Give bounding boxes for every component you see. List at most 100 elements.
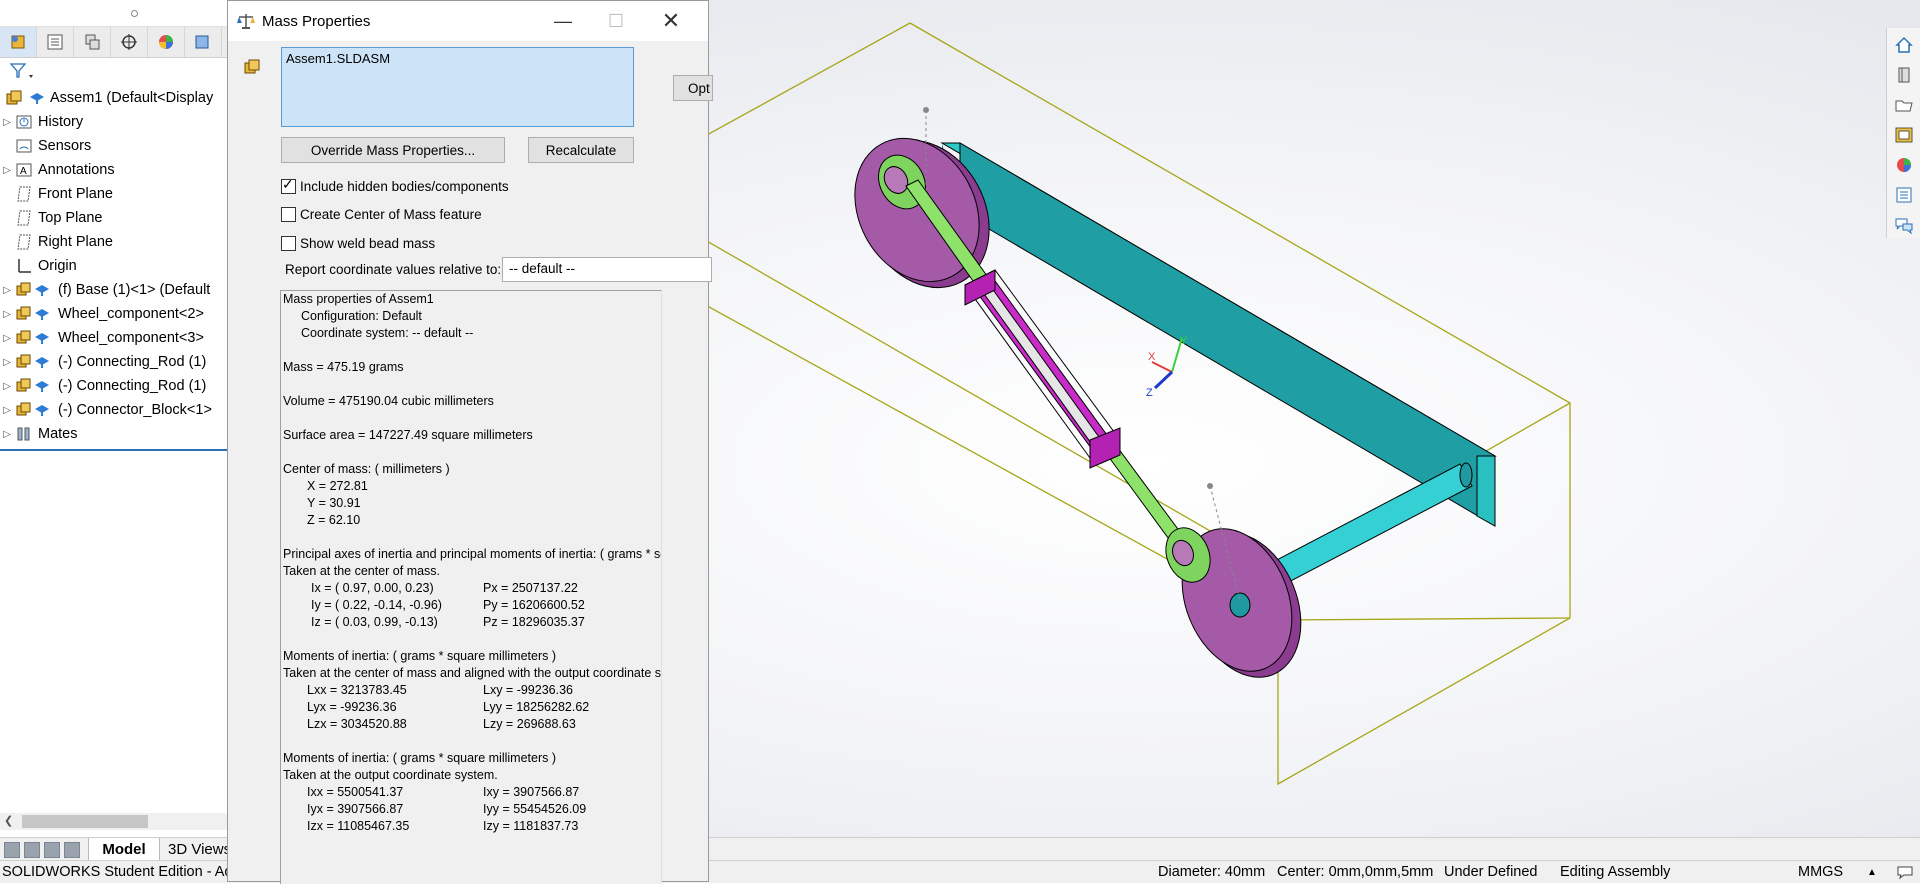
selected-components-list[interactable]: Assem1.SLDASM <box>281 47 634 127</box>
prev-tab-nav-icon[interactable] <box>24 842 40 858</box>
tab-model[interactable]: Model <box>88 838 160 861</box>
weld-bead-checkbox[interactable] <box>281 235 296 251</box>
results-text: Ix = ( 0.97, 0.00, 0.23) <box>311 581 434 595</box>
results-line: Volume = 475190.04 cubic millimeters <box>281 393 661 410</box>
tree-item[interactable]: Top Plane <box>0 206 228 230</box>
tree-item-label: Wheel_component<3> <box>58 330 204 346</box>
results-value: Izy = 1181837.73 <box>483 819 579 833</box>
triad-y-label: Y <box>1180 335 1188 347</box>
results-line: Z = 62.10 <box>281 512 661 529</box>
tab-dimxpert[interactable] <box>111 27 148 57</box>
view-palette-icon[interactable] <box>1893 124 1915 146</box>
expand-caret-icon[interactable]: ▷ <box>0 357 14 368</box>
custom-properties-icon[interactable] <box>1893 184 1915 206</box>
create-com-checkbox-row[interactable]: Create Center of Mass feature <box>281 205 482 223</box>
include-hidden-checkbox-row[interactable]: Include hidden bodies/components <box>281 176 509 195</box>
file-explorer-icon[interactable] <box>1893 94 1915 116</box>
first-tab-nav-icon[interactable] <box>4 842 20 858</box>
expand-caret-icon[interactable]: ▷ <box>0 405 14 416</box>
part-icon <box>14 377 54 395</box>
recalculate-button[interactable]: Recalculate <box>528 137 634 163</box>
history-icon <box>14 113 34 131</box>
design-library-icon[interactable] <box>1893 64 1915 86</box>
tree-item[interactable]: Right Plane <box>0 230 228 254</box>
more-tabs-icon <box>195 35 209 49</box>
override-mass-properties-button[interactable]: Override Mass Properties... <box>281 137 505 163</box>
expand-caret-icon[interactable]: ▷ <box>0 381 14 392</box>
appearances-icon[interactable] <box>1893 154 1915 176</box>
weld-bead-checkbox-row[interactable]: Show weld bead mass <box>281 234 435 252</box>
results-value: Px = 2507137.22 <box>483 581 578 595</box>
mass-properties-dialog: Mass Properties — ☐ ✕ Assem1.SLDASM Opt … <box>227 0 713 884</box>
tab-feature-tree[interactable] <box>0 27 37 57</box>
forum-icon[interactable] <box>1893 214 1915 236</box>
expand-caret-icon[interactable]: ▷ <box>0 333 14 344</box>
tab-3d-views[interactable]: 3D Views <box>162 838 228 860</box>
results-line: Coordinate system: -- default -- <box>281 325 661 342</box>
tree-item[interactable]: ▷ Wheel_component<3> <box>0 326 228 350</box>
results-text: Surface area = 147227.49 square millimet… <box>283 428 533 442</box>
expand-caret-icon[interactable]: ▷ <box>0 429 14 440</box>
results-line: Principal axes of inertia and principal … <box>281 546 661 563</box>
results-text: Ixx = 5500541.37 <box>307 785 404 799</box>
results-text: Taken at the output coordinate system. <box>283 768 498 782</box>
tree-item-label: (-) Connector_Block<1> <box>58 402 212 418</box>
status-diameter: Diameter: 40mm <box>1158 864 1266 880</box>
scroll-left-icon[interactable]: ❮ <box>4 814 13 827</box>
coordinate-system-select[interactable]: -- default -- <box>502 257 712 282</box>
tree-root-assembly[interactable]: Assem1 (Default<Display <box>0 86 228 110</box>
results-line: Moments of inertia: ( grams * square mil… <box>281 648 661 665</box>
tree-item[interactable]: ▷ (-) Connector_Block<1> <box>0 398 228 422</box>
status-units[interactable]: MMGS <box>1798 864 1843 880</box>
filter-button[interactable] <box>8 60 38 82</box>
expand-caret-icon[interactable]: ▷ <box>0 285 14 296</box>
tab-display-manager[interactable] <box>148 27 185 57</box>
home-icon[interactable] <box>1893 34 1915 56</box>
create-com-checkbox[interactable] <box>281 206 296 222</box>
results-line <box>281 444 661 461</box>
mass-properties-results[interactable]: Mass properties of Assem1 Configuration: … <box>280 290 662 884</box>
results-text: Izx = 11085467.35 <box>307 819 410 833</box>
scroll-thumb[interactable] <box>22 815 148 828</box>
tree-item[interactable]: ▷ (-) Connecting_Rod (1) <box>0 374 228 398</box>
horizontal-scrollbar[interactable]: ❮ <box>0 813 228 830</box>
maximize-icon[interactable]: ☐ <box>601 9 631 33</box>
results-line: Taken at the center of mass. <box>281 563 661 580</box>
tree-item[interactable]: ▷ A Annotations <box>0 158 228 182</box>
tab-property-manager[interactable] <box>37 27 74 57</box>
tab-more[interactable] <box>185 27 222 57</box>
part-icon <box>14 353 54 371</box>
minimize-icon[interactable]: — <box>548 9 578 33</box>
tree-item[interactable]: ▷ Wheel_component<2> <box>0 302 228 326</box>
tree-item[interactable]: Front Plane <box>0 182 228 206</box>
last-tab-nav-icon[interactable] <box>64 842 80 858</box>
results-line: X = 272.81 <box>281 478 661 495</box>
help-bubble-icon[interactable] <box>1896 864 1914 884</box>
tree-item-label: History <box>38 114 84 130</box>
plane-icon <box>14 233 34 251</box>
expand-caret-icon[interactable]: ▷ <box>0 165 14 176</box>
tree-item[interactable]: ▷ (f) Base (1)<1> (Default <box>0 278 228 302</box>
tree-root-label: Assem1 (Default<Display <box>50 90 214 106</box>
results-line: Taken at the output coordinate system. <box>281 767 661 784</box>
triad-x-label: X <box>1148 351 1156 363</box>
expand-caret-icon[interactable]: ▷ <box>0 309 14 320</box>
include-hidden-checkbox[interactable] <box>281 176 296 194</box>
tree-item[interactable]: Sensors <box>0 134 228 158</box>
tree-item[interactable]: ▷ History <box>0 110 228 134</box>
results-text: Moments of inertia: ( grams * square mil… <box>283 751 556 765</box>
close-icon[interactable]: ✕ <box>656 8 686 33</box>
options-button[interactable]: Opt <box>673 75 713 101</box>
expand-caret-icon[interactable]: ▷ <box>0 117 14 128</box>
tab-configuration-manager[interactable] <box>74 27 111 57</box>
tree-item[interactable]: ▷ (-) Connecting_Rod (1) <box>0 350 228 374</box>
selected-component-item[interactable]: Assem1.SLDASM <box>286 51 390 66</box>
status-center: Center: 0mm,0mm,5mm <box>1277 864 1434 880</box>
next-tab-nav-icon[interactable] <box>44 842 60 858</box>
tree-item[interactable]: Origin <box>0 254 228 278</box>
tree-item[interactable]: ▷ Mates <box>0 422 228 446</box>
part-icon <box>14 305 54 323</box>
units-caret-icon[interactable]: ▲ <box>1867 867 1877 878</box>
panel-grip[interactable] <box>0 0 228 27</box>
dialog-title-bar[interactable]: Mass Properties — ☐ ✕ <box>228 1 708 41</box>
